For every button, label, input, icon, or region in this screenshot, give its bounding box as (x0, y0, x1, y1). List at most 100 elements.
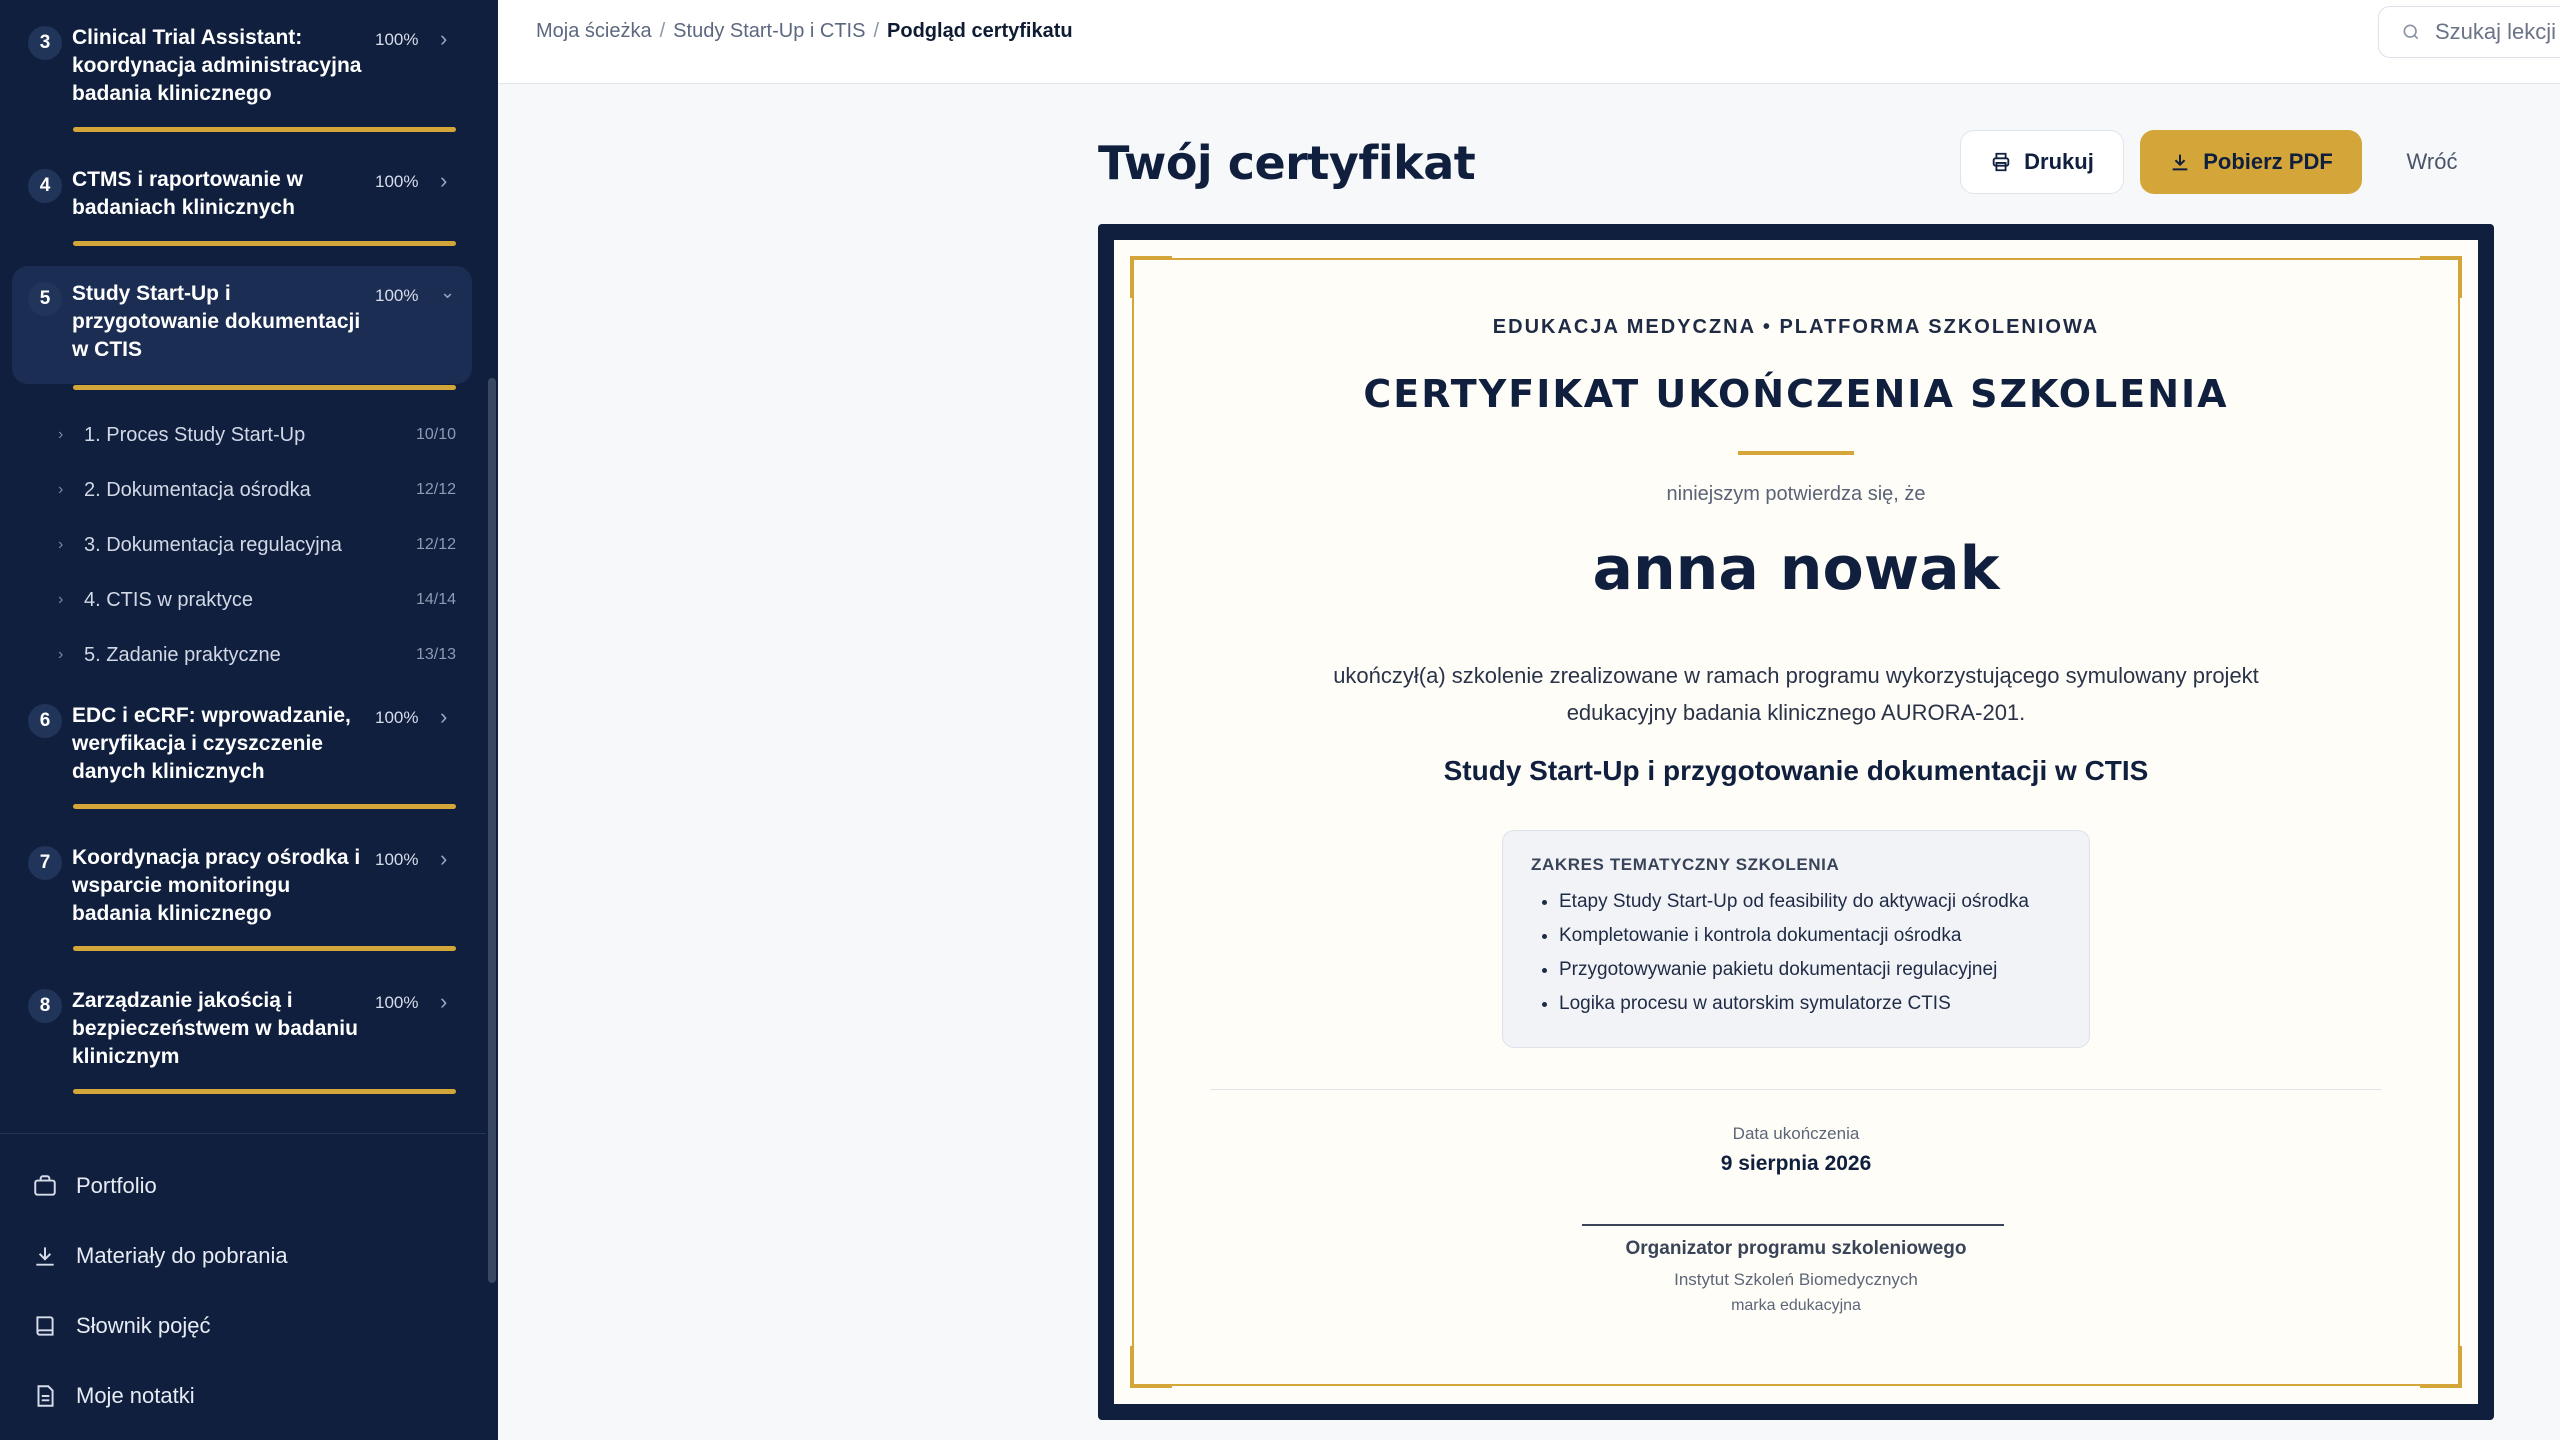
module-number: 8 (28, 989, 62, 1023)
chevron-right-icon: › (58, 426, 64, 443)
back-button[interactable]: Wróć (2382, 130, 2482, 194)
lesson-label: 4. CTIS w praktyce (84, 588, 253, 611)
module-3[interactable]: 3 Clinical Trial Assistant: koordynacja … (12, 18, 472, 140)
module-number: 4 (28, 169, 62, 203)
chevron-down-icon[interactable]: ⌄ (440, 282, 455, 303)
module-7[interactable]: 7 Koordynacja pracy ośrodka i wsparcie m… (12, 842, 472, 956)
printer-icon (1992, 152, 2010, 172)
certificate-gold-border (1132, 258, 2460, 1386)
certificate-organization: EDUKACJA MEDYCZNA • PLATFORMA SZKOLENIOW… (1492, 316, 2100, 338)
module-progress-bar (73, 241, 456, 246)
sidebar-link-glossary[interactable]: Słownik pojęć (32, 1306, 211, 1346)
module-title: Koordynacja pracy ośrodka i wsparcie mon… (72, 846, 361, 925)
module-progress-bar (73, 385, 456, 390)
scope-list: Etapy Study Start-Up od feasibility do a… (1531, 885, 2061, 1021)
chevron-right-icon[interactable]: › (440, 989, 447, 1015)
chevron-right-icon[interactable]: › (440, 846, 447, 872)
signature-institution: Instytut Szkoleń Biomedycznych (1674, 1270, 1918, 1289)
corner-ornament (1130, 256, 1172, 298)
chevron-right-icon: › (58, 481, 64, 498)
search-icon (2403, 24, 2419, 40)
search-box[interactable] (2378, 6, 2560, 58)
module-progress-label: 100% (375, 172, 419, 191)
sidebar-link-notes[interactable]: Moje notatki (32, 1376, 195, 1416)
module-number: 6 (28, 704, 62, 738)
lesson-label: 2. Dokumentacja ośrodka (84, 478, 311, 501)
signature-subtitle: marka edukacyjna (1731, 1297, 1861, 1314)
download-icon (2172, 154, 2188, 171)
module-progress-bar (73, 127, 456, 132)
lesson-item[interactable]: › 2. Dokumentacja ośrodka 12/12 (58, 470, 458, 510)
chevron-right-icon[interactable]: › (440, 26, 447, 52)
certificate-intro: niniejszym potwierdza się, że (1666, 483, 1926, 505)
breadcrumb-item[interactable]: Moja ścieżka (536, 20, 652, 42)
lesson-count: 14/14 (415, 591, 456, 608)
breadcrumb-current: Podgląd certyfikatu (887, 20, 1073, 42)
back-button-label: Wróć (2406, 149, 2458, 174)
module-progress-bar (73, 946, 456, 951)
module-6[interactable]: 6 EDC i eCRF: wprowadzanie, weryfikacja … (12, 700, 472, 814)
lesson-label: 5. Zadanie praktyczne (84, 643, 281, 666)
breadcrumb-item[interactable]: Study Start-Up i CTIS (673, 20, 865, 42)
lesson-count: 12/12 (415, 536, 456, 553)
corner-ornament (2420, 256, 2462, 298)
lesson-item[interactable]: › 4. CTIS w praktyce 14/14 (58, 580, 458, 620)
sidebar-scrollbar[interactable] (486, 0, 498, 1440)
module-title: Study Start-Up i przygotowanie dokumenta… (72, 282, 361, 361)
lesson-item[interactable]: › 3. Dokumentacja regulacyjna 12/12 (58, 525, 458, 565)
scope-item: Etapy Study Start-Up od feasibility do a… (1559, 885, 2061, 919)
sidebar-link-label: Materiały do pobrania (76, 1243, 288, 1268)
module-5[interactable]: 5 Study Start-Up i przygotowanie dokumen… (12, 266, 472, 384)
lesson-item[interactable]: › 1. Proces Study Start-Up 10/10 (58, 415, 458, 455)
certificate-paper: EDUKACJA MEDYCZNA • PLATFORMA SZKOLENIOW… (1114, 240, 2478, 1404)
sidebar-divider (0, 1133, 486, 1134)
sidebar-link-downloads[interactable]: Materiały do pobrania (32, 1236, 288, 1276)
download-pdf-button-label: Pobierz PDF (2203, 149, 2333, 174)
topbar: Moja ścieżka / Study Start-Up i CTIS / Podgl… (498, 0, 2560, 84)
sidebar-link-label: Portfolio (76, 1173, 157, 1198)
signature-title: Organizator programu szkoleniowego (1625, 1238, 1967, 1259)
module-progress-bar (73, 804, 456, 809)
briefcase-icon (34, 1175, 56, 1196)
module-progress-label: 100% (375, 286, 419, 305)
module-number: 7 (28, 846, 62, 880)
module-number: 3 (28, 26, 62, 60)
module-title: Clinical Trial Assistant: koordynacja ad… (72, 26, 362, 105)
course-title: Study Start-Up i przygotowanie dokumenta… (1443, 755, 2149, 786)
sidebar-link-label: Słownik pojęć (76, 1313, 211, 1338)
sidebar: 3 Clinical Trial Assistant: koordynacja … (0, 0, 498, 1440)
sidebar-link-portfolio[interactable]: Portfolio (32, 1166, 157, 1206)
breadcrumb: Moja ścieżka / Study Start-Up i CTIS / Podgl… (536, 20, 1073, 42)
module-progress-label: 100% (375, 993, 419, 1012)
lesson-label: 3. Dokumentacja regulacyjna (84, 533, 342, 556)
notes-icon (37, 1385, 54, 1407)
signature-line (1582, 1224, 2004, 1226)
search-input[interactable] (2435, 19, 2560, 45)
lesson-count: 12/12 (415, 481, 456, 498)
certificate-description: ukończył(a) szkolenie zrealizowane w ram… (1333, 663, 2259, 725)
chevron-right-icon[interactable]: › (440, 704, 447, 730)
module-4[interactable]: 4 CTMS i raportowanie w badaniach klinic… (12, 162, 472, 252)
module-8[interactable]: 8 Zarządzanie jakością i bezpieczeństwem… (12, 985, 472, 1099)
sidebar-scrollbar-thumb[interactable] (488, 378, 496, 1283)
certificate-title: CERTYFIKAT UKOŃCZENIA SZKOLENIA (1363, 372, 2229, 416)
completion-date-label: Data ukończenia (1732, 1124, 1860, 1143)
download-icon (36, 1247, 54, 1266)
module-title: EDC i eCRF: wprowadzanie, weryfikacja i … (72, 704, 351, 783)
lesson-item[interactable]: › 5. Zadanie praktyczne 13/13 (58, 635, 458, 675)
scope-title: ZAKRES TEMATYCZNY SZKOLENIA (1531, 855, 1840, 874)
print-button[interactable]: Drukuj (1960, 130, 2124, 194)
chevron-right-icon: › (58, 536, 64, 553)
certificate-frame: EDUKACJA MEDYCZNA • PLATFORMA SZKOLENIOW… (1098, 224, 2494, 1420)
lesson-count: 10/10 (415, 426, 456, 443)
print-button-label: Drukuj (2024, 149, 2094, 174)
module-progress-label: 100% (375, 708, 419, 727)
chevron-right-icon[interactable]: › (440, 168, 447, 194)
sidebar-link-label: Moje notatki (76, 1383, 195, 1408)
page-title: Twój certyfikat (1098, 136, 1476, 190)
download-pdf-button[interactable]: Pobierz PDF (2140, 130, 2362, 194)
scope-item: Kompletowanie i kontrola dokumentacji oś… (1559, 919, 2061, 953)
title-divider (1738, 451, 1854, 455)
module-number: 5 (28, 282, 62, 316)
module-title: Zarządzanie jakością i bezpieczeństwem w… (72, 989, 358, 1068)
